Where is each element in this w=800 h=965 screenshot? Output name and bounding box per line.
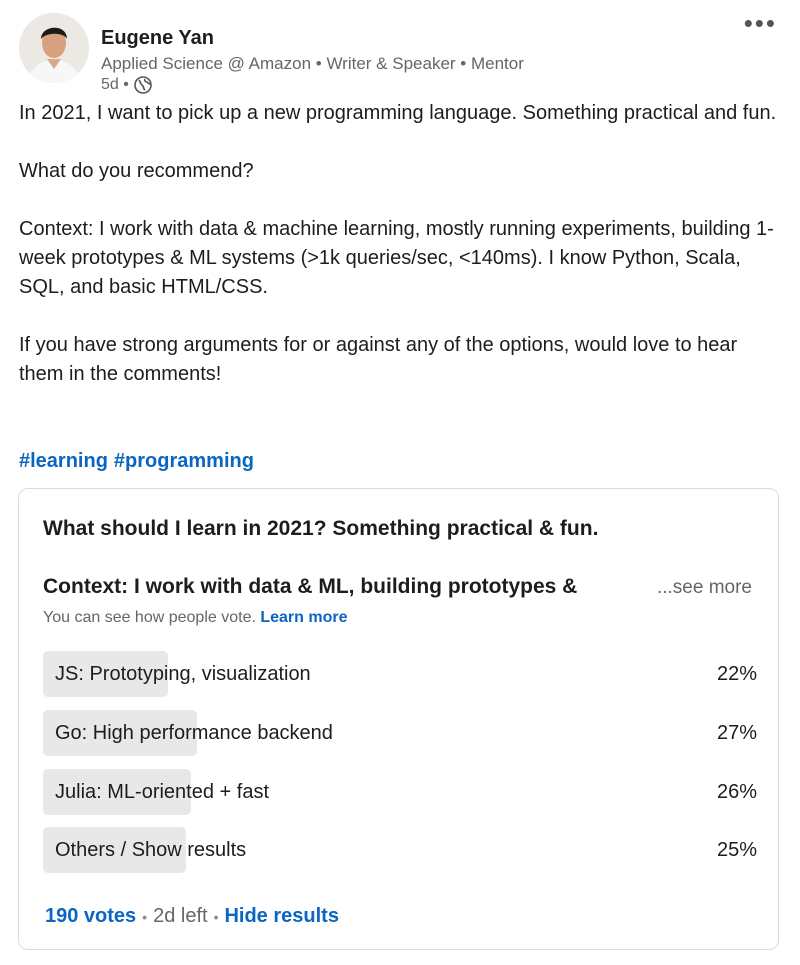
poll-option-label: Go: High performance backend bbox=[55, 722, 333, 744]
author-name[interactable]: Eugene Yan bbox=[101, 27, 214, 50]
poll-option[interactable]: Others / Show results 25% bbox=[43, 827, 757, 873]
post-body: In 2021, I want to pick up a new program… bbox=[19, 99, 779, 418]
time-left: 2d left bbox=[153, 905, 208, 927]
poll-option-label: JS: Prototyping, visualization bbox=[55, 663, 311, 685]
votes-link[interactable]: 190 votes bbox=[45, 905, 136, 928]
post-paragraph: Context: I work with data & machine lear… bbox=[19, 218, 774, 298]
post-time: 5d • bbox=[101, 76, 129, 93]
poll-card: What should I learn in 2021? Something p… bbox=[18, 488, 779, 950]
globe-icon bbox=[134, 76, 152, 94]
learn-more-link[interactable]: Learn more bbox=[260, 609, 347, 626]
poll-visibility-note: You can see how people vote. Learn more bbox=[43, 609, 348, 627]
poll-context: Context: I work with data & ML, building… bbox=[43, 575, 578, 598]
poll-footer: 190 votes • 2d left • Hide results bbox=[45, 905, 339, 928]
post-header: Eugene Yan Applied Science @ Amazon • Wr… bbox=[19, 10, 779, 94]
hide-results-button[interactable]: Hide results bbox=[224, 905, 338, 928]
poll-option-label: Julia: ML-oriented + fast bbox=[55, 781, 269, 803]
poll-option-percent: 22% bbox=[716, 663, 757, 685]
author-headline: Applied Science @ Amazon • Writer & Spea… bbox=[101, 54, 524, 73]
poll-option[interactable]: JS: Prototyping, visualization 22% bbox=[43, 651, 757, 697]
avatar[interactable] bbox=[19, 13, 89, 83]
visibility-text: You can see how people vote. bbox=[43, 609, 256, 626]
post-meta: 5d • bbox=[101, 76, 152, 94]
poll-option[interactable]: Go: High performance backend 27% bbox=[43, 710, 757, 756]
poll-option-percent: 27% bbox=[716, 722, 757, 744]
poll-option-percent: 25% bbox=[716, 839, 757, 861]
hashtag-programming[interactable]: #programming bbox=[114, 450, 254, 472]
see-more-link[interactable]: ...see more bbox=[657, 577, 752, 599]
poll-option[interactable]: Julia: ML-oriented + fast 26% bbox=[43, 769, 757, 815]
hashtags: #learning #programming bbox=[19, 450, 260, 473]
hashtag-learning[interactable]: #learning bbox=[19, 450, 108, 472]
separator-dot: • bbox=[142, 908, 148, 925]
poll-option-percent: 26% bbox=[716, 781, 757, 803]
poll-question: What should I learn in 2021? Something p… bbox=[43, 517, 599, 540]
post-paragraph: If you have strong arguments for or agai… bbox=[19, 334, 738, 385]
poll-option-label: Others / Show results bbox=[55, 839, 247, 861]
separator-dot: • bbox=[213, 908, 219, 925]
post-paragraph: In 2021, I want to pick up a new program… bbox=[19, 102, 777, 124]
post-paragraph: What do you recommend? bbox=[19, 160, 254, 182]
more-horizontal-icon[interactable]: ••• bbox=[744, 10, 777, 36]
